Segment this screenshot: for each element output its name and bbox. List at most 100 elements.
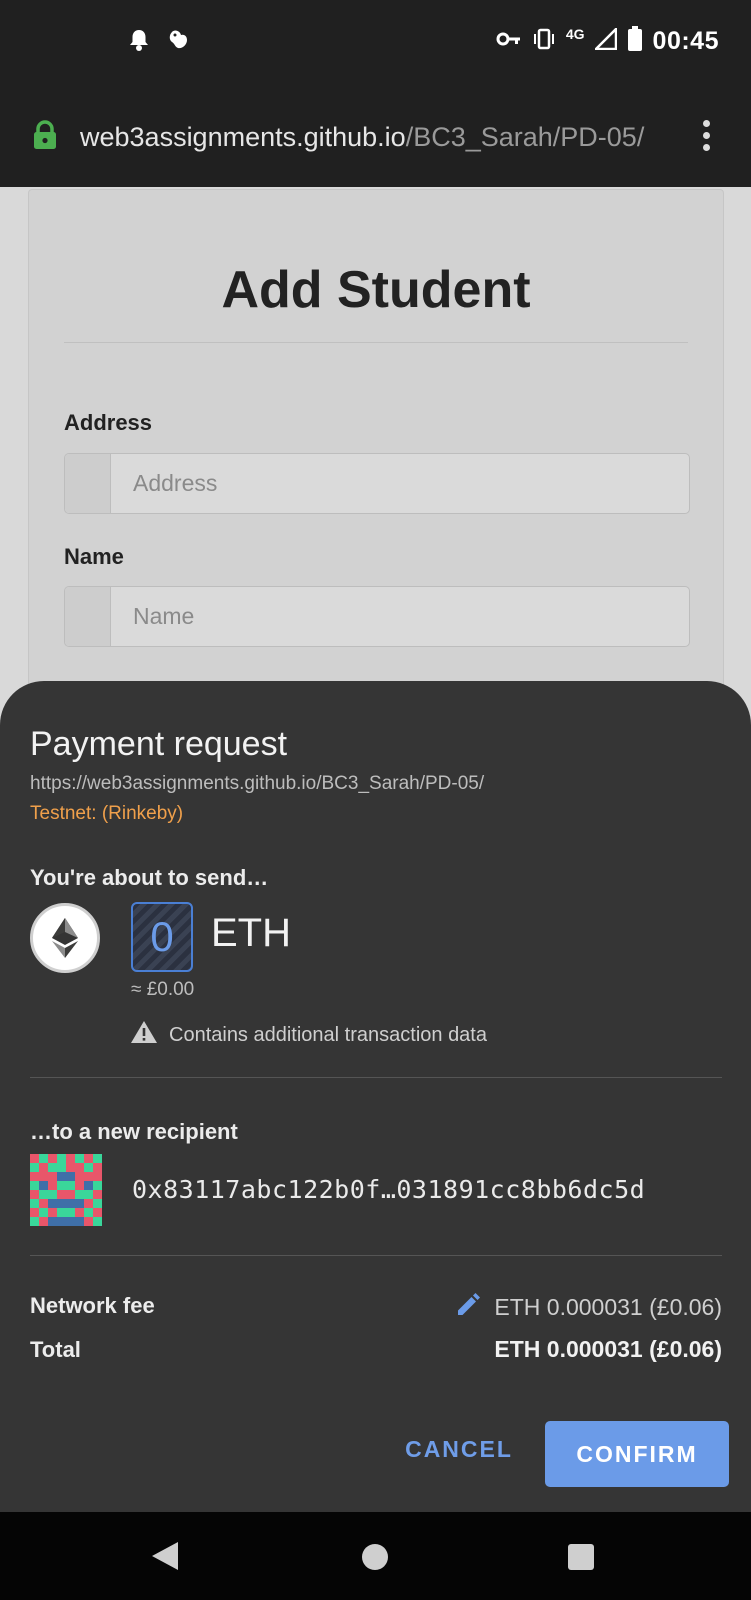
identicon-cell xyxy=(66,1181,75,1190)
identicon-cell xyxy=(84,1154,93,1163)
identicon-cell xyxy=(39,1190,48,1199)
identicon-cell xyxy=(93,1163,102,1172)
identicon-cell xyxy=(48,1181,57,1190)
identicon-cell xyxy=(75,1163,84,1172)
identicon-cell xyxy=(30,1217,39,1226)
warning-icon xyxy=(131,1021,157,1049)
recipient-identicon xyxy=(30,1154,102,1226)
identicon-cell xyxy=(75,1217,84,1226)
title-divider xyxy=(64,342,688,343)
identicon-cell xyxy=(48,1172,57,1181)
confirm-button[interactable]: CONFIRM xyxy=(545,1421,729,1487)
back-icon[interactable] xyxy=(152,1542,178,1570)
name-label: Name xyxy=(64,544,124,569)
identicon-cell xyxy=(57,1163,66,1172)
identicon-cell xyxy=(66,1172,75,1181)
network-fee-value[interactable]: ETH 0.000031 (£0.06) xyxy=(456,1291,722,1323)
identicon-cell xyxy=(84,1190,93,1199)
identicon-cell xyxy=(39,1199,48,1208)
navigation-bar xyxy=(0,1512,751,1600)
signal-icon xyxy=(592,25,617,55)
identicon-cell xyxy=(93,1208,102,1217)
identicon-cell xyxy=(39,1163,48,1172)
identicon-cell xyxy=(48,1208,57,1217)
name-input[interactable] xyxy=(111,587,689,646)
identicon-cell xyxy=(48,1217,57,1226)
status-bar: 4G 00:45 xyxy=(0,0,751,88)
identicon-cell xyxy=(93,1217,102,1226)
identicon-cell xyxy=(84,1208,93,1217)
currency-label: ETH xyxy=(211,911,291,955)
rodent-notification-icon xyxy=(168,28,190,57)
identicon-cell xyxy=(84,1217,93,1226)
identicon-cell xyxy=(30,1163,39,1172)
address-input-prefix xyxy=(65,454,111,513)
identicon-cell xyxy=(39,1208,48,1217)
vibrate-icon xyxy=(532,28,556,55)
identicon-cell xyxy=(66,1163,75,1172)
identicon-cell xyxy=(66,1190,75,1199)
sheet-title: Payment request xyxy=(30,725,288,763)
identicon-cell xyxy=(39,1154,48,1163)
name-input-group xyxy=(64,586,690,647)
url-path: /BC3_Sarah/PD-05/ xyxy=(405,122,645,152)
identicon-cell xyxy=(84,1199,93,1208)
recipient-heading: …to a new recipient xyxy=(30,1119,238,1144)
network-fee-label: Network fee xyxy=(30,1293,155,1318)
identicon-cell xyxy=(57,1217,66,1226)
request-origin: https://web3assignments.github.io/BC3_Sa… xyxy=(30,773,485,794)
divider xyxy=(30,1255,722,1256)
home-icon[interactable] xyxy=(362,1544,388,1570)
identicon-cell xyxy=(66,1154,75,1163)
identicon-cell xyxy=(57,1199,66,1208)
identicon-cell xyxy=(57,1208,66,1217)
identicon-cell xyxy=(30,1172,39,1181)
network-type: 4G xyxy=(565,25,585,42)
edit-pencil-icon[interactable] xyxy=(456,1291,482,1323)
identicon-cell xyxy=(48,1163,57,1172)
identicon-cell xyxy=(57,1154,66,1163)
amount-field[interactable]: 0 xyxy=(131,902,193,972)
identicon-cell xyxy=(84,1181,93,1190)
notification-bell-icon xyxy=(128,28,150,57)
url-field[interactable]: web3assignments.github.io/BC3_Sarah/PD-0… xyxy=(80,122,672,153)
battery-icon xyxy=(627,26,643,57)
address-label: Address xyxy=(64,410,153,435)
identicon-cell xyxy=(57,1181,66,1190)
more-options-icon[interactable] xyxy=(694,120,718,156)
network-fee-amount: ETH 0.000031 (£0.06) xyxy=(494,1293,722,1320)
identicon-cell xyxy=(30,1199,39,1208)
page-title: Add Student xyxy=(221,261,531,319)
total-value: ETH 0.000031 (£0.06) xyxy=(494,1336,722,1362)
identicon-cell xyxy=(48,1199,57,1208)
identicon-cell xyxy=(93,1181,102,1190)
identicon-cell xyxy=(30,1154,39,1163)
payment-request-sheet: Payment request https://web3assignments.… xyxy=(0,681,751,1512)
ethereum-logo-icon xyxy=(30,903,100,973)
lock-icon xyxy=(32,120,58,155)
cancel-button[interactable]: CANCEL xyxy=(394,1421,524,1477)
identicon-cell xyxy=(39,1181,48,1190)
clock: 00:45 xyxy=(652,27,719,55)
send-heading: You're about to send… xyxy=(30,865,269,890)
identicon-cell xyxy=(48,1154,57,1163)
identicon-cell xyxy=(39,1172,48,1181)
identicon-cell xyxy=(93,1190,102,1199)
identicon-cell xyxy=(75,1154,84,1163)
address-input[interactable] xyxy=(111,454,689,513)
identicon-cell xyxy=(75,1208,84,1217)
identicon-cell xyxy=(75,1181,84,1190)
identicon-cell xyxy=(75,1190,84,1199)
transaction-data-warning: Contains additional transaction data xyxy=(131,1021,487,1049)
identicon-cell xyxy=(75,1199,84,1208)
identicon-cell xyxy=(75,1172,84,1181)
address-input-group xyxy=(64,453,690,514)
recipient-address[interactable]: 0x83117abc122b0f…031891cc8bb6dc5d xyxy=(132,1175,645,1204)
browser-url-bar: web3assignments.github.io/BC3_Sarah/PD-0… xyxy=(0,88,751,187)
identicon-cell xyxy=(66,1217,75,1226)
identicon-cell xyxy=(57,1172,66,1181)
network-badge: Testnet: (Rinkeby) xyxy=(30,803,184,824)
identicon-cell xyxy=(84,1172,93,1181)
recent-apps-icon[interactable] xyxy=(568,1544,594,1570)
identicon-cell xyxy=(66,1199,75,1208)
